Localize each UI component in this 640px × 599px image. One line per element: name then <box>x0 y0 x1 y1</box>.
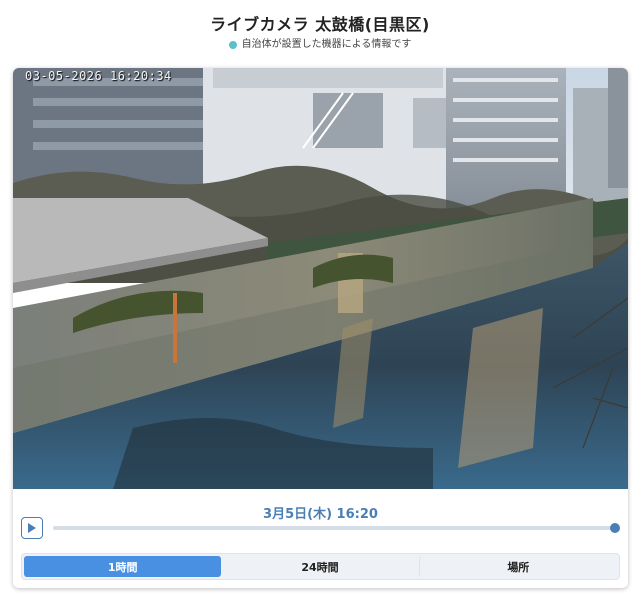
tab-24-hours[interactable]: 24時間 <box>221 556 418 577</box>
page-title: ライブカメラ 太鼓橋(目黒区) <box>210 15 430 34</box>
timeline-handle[interactable] <box>610 523 620 533</box>
player-controls: 3月5日(木) 16:20 1時間 24時間 場所 <box>13 489 628 588</box>
play-button[interactable] <box>21 517 43 539</box>
timeline-fill <box>53 526 615 530</box>
source-note-text: 自治体が設置した機器による情報です <box>241 39 412 50</box>
camera-card: 03-05-2026 16:20:34 3月5日(木) 16:20 1時間 24時… <box>13 68 628 588</box>
current-time-label: 3月5日(木) 16:20 <box>263 507 378 522</box>
camera-scene <box>13 68 628 489</box>
page-header: ライブカメラ 太鼓橋(目黒区) 自治体が設置した機器による情報です <box>0 0 640 55</box>
source-note: 自治体が設置した機器による情報です <box>0 38 640 52</box>
tab-location[interactable]: 場所 <box>418 556 617 577</box>
timeline-slider[interactable] <box>53 523 620 533</box>
range-tabs: 1時間 24時間 場所 <box>21 553 620 580</box>
camera-image: 03-05-2026 16:20:34 <box>13 68 628 489</box>
info-dot-icon <box>228 41 237 49</box>
play-icon <box>28 523 36 533</box>
tab-1-hour[interactable]: 1時間 <box>24 556 222 577</box>
camera-timestamp: 03-05-2026 16:20:34 <box>25 69 172 83</box>
